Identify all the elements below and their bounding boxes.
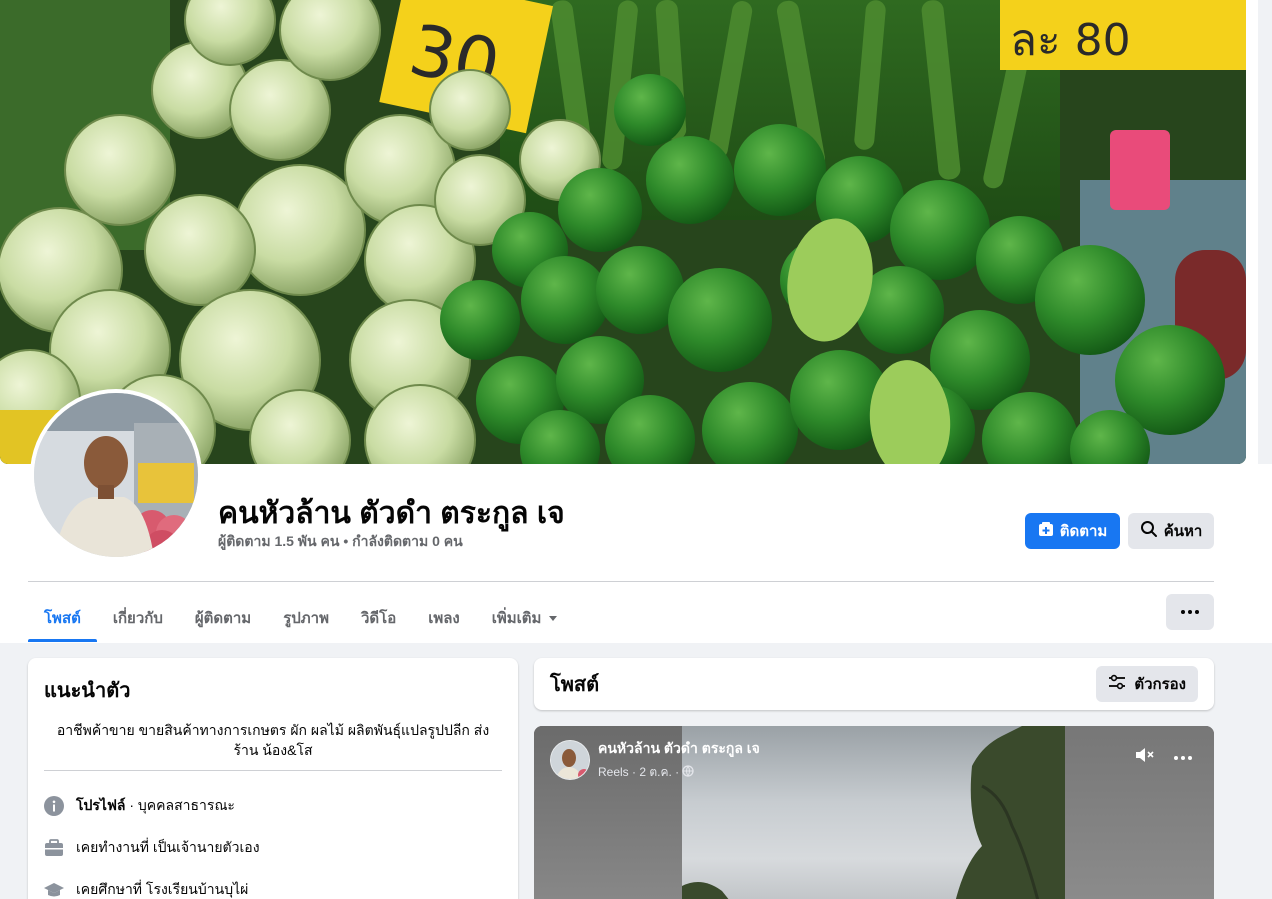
mute-icon[interactable] [1134,746,1156,769]
profile-type: · บุคคลสาธารณะ [125,797,235,813]
avatar [34,393,198,557]
intro-education: เคยศึกษาที่ โรงเรียนบ้านบุไผ่ [76,881,249,897]
globe-icon [682,765,694,780]
reel-controls [1134,746,1192,769]
reel-meta: Reels · 2 ต.ค. · [598,763,760,782]
more-dots-icon [1181,610,1185,614]
reel-meta-text[interactable]: Reels · 2 ต.ค. · [598,763,679,782]
follower-stats[interactable]: ผู้ติดตาม 1.5 พัน คน • กำลังติดตาม 0 คน [218,531,463,553]
tab-label: เกี่ยวกับ [112,610,163,627]
follow-button[interactable]: ติดตาม [1025,513,1120,549]
dot [1188,755,1192,760]
posts-header-card: โพสต์ ตัวกรอง [534,658,1214,710]
intro-card: แนะนำตัว อาชีพค้าขาย ขายสินค้าทางการเกษต… [28,658,518,899]
filter-sliders-icon [1108,674,1126,694]
tab-label: โพสต์ [44,610,81,627]
reel-author-name[interactable]: คนหัวล้าน ตัวดำ ตระกูล เจ [598,738,760,760]
profile-header: 30 ละ 80 คนหัวล้าน ตัวดำ ตระกูล เจ ผู้ติ… [0,0,1272,643]
tab-about[interactable]: เกี่ยวกับ [97,594,179,642]
reel-more-icon[interactable] [1174,755,1192,760]
cover-image: 30 ละ 80 [0,0,1246,464]
tab-followers[interactable]: ผู้ติดตาม [179,594,267,642]
tab-photos[interactable]: รูปภาพ [267,594,345,642]
info-icon [44,796,64,816]
intro-bio: อาชีพค้าขาย ขายสินค้าทางการเกษตร ผัก ผลไ… [44,720,502,771]
filter-button[interactable]: ตัวกรอง [1096,666,1198,702]
chevron-down-icon [549,615,558,621]
profile-picture[interactable] [30,389,202,561]
tab-label: ผู้ติดตาม [194,610,252,627]
reel-author-avatar[interactable] [550,740,590,780]
dot [1181,755,1185,760]
tab-videos[interactable]: วิดีโอ [345,594,412,642]
posts-title: โพสต์ [550,674,600,696]
follow-plus-icon [1038,521,1054,541]
reel-header: คนหัวล้าน ตัวดำ ตระกูล เจ Reels · 2 ต.ค.… [550,738,760,782]
intro-profile-text: โปรไฟล์ · บุคคลสาธารณะ [76,795,235,817]
page-title: คนหัวล้าน ตัวดำ ตระกูล เจ [218,497,565,530]
tab-music[interactable]: เพลง [412,594,476,642]
search-button[interactable]: ค้นหา [1128,513,1214,549]
header-divider [28,581,1214,582]
intro-work-row: เคยทำงานที่ เป็นเจ้านายตัวเอง [44,827,502,869]
tab-label: เพิ่มเติม [491,610,542,627]
briefcase-icon [44,838,64,858]
graduation-cap-icon [44,880,64,899]
cover-photo[interactable]: 30 ละ 80 [0,0,1246,464]
search-icon [1140,520,1158,542]
profile-label: โปรไฟล์ [76,797,126,813]
intro-work: เคยทำงานที่ เป็นเจ้านายตัวเอง [76,839,260,855]
tab-posts[interactable]: โพสต์ [28,594,97,642]
tab-label: เพลง [428,610,460,627]
dot [1174,755,1178,760]
profile-tabs: โพสต์ เกี่ยวกับ ผู้ติดตาม รูปภาพ วิดีโอ … [28,594,573,642]
tab-more[interactable]: เพิ่มเติม [476,594,574,642]
intro-title: แนะนำตัว [44,680,131,702]
avatar-image [34,393,198,557]
tab-label: รูปภาพ [283,610,329,627]
more-options-button[interactable] [1166,594,1214,630]
intro-profile-row: โปรไฟล์ · บุคคลสาธารณะ [44,785,502,827]
filter-label: ตัวกรอง [1134,676,1186,693]
reel-author-block: คนหัวล้าน ตัวดำ ตระกูล เจ Reels · 2 ต.ค.… [598,738,760,782]
search-button-label: ค้นหา [1163,523,1203,540]
follow-button-label: ติดตาม [1059,523,1108,540]
dot [1195,610,1199,614]
tab-label: วิดีโอ [360,610,397,627]
scrollbar[interactable] [1258,0,1272,464]
price-tag-right: ละ 80 [1010,15,1131,66]
reel-post[interactable]: คนหัวล้าน ตัวดำ ตระกูล เจ Reels · 2 ต.ค.… [534,726,1214,899]
dot [1188,610,1192,614]
intro-education-row: เคยศึกษาที่ โรงเรียนบ้านบุไผ่ [44,869,502,899]
